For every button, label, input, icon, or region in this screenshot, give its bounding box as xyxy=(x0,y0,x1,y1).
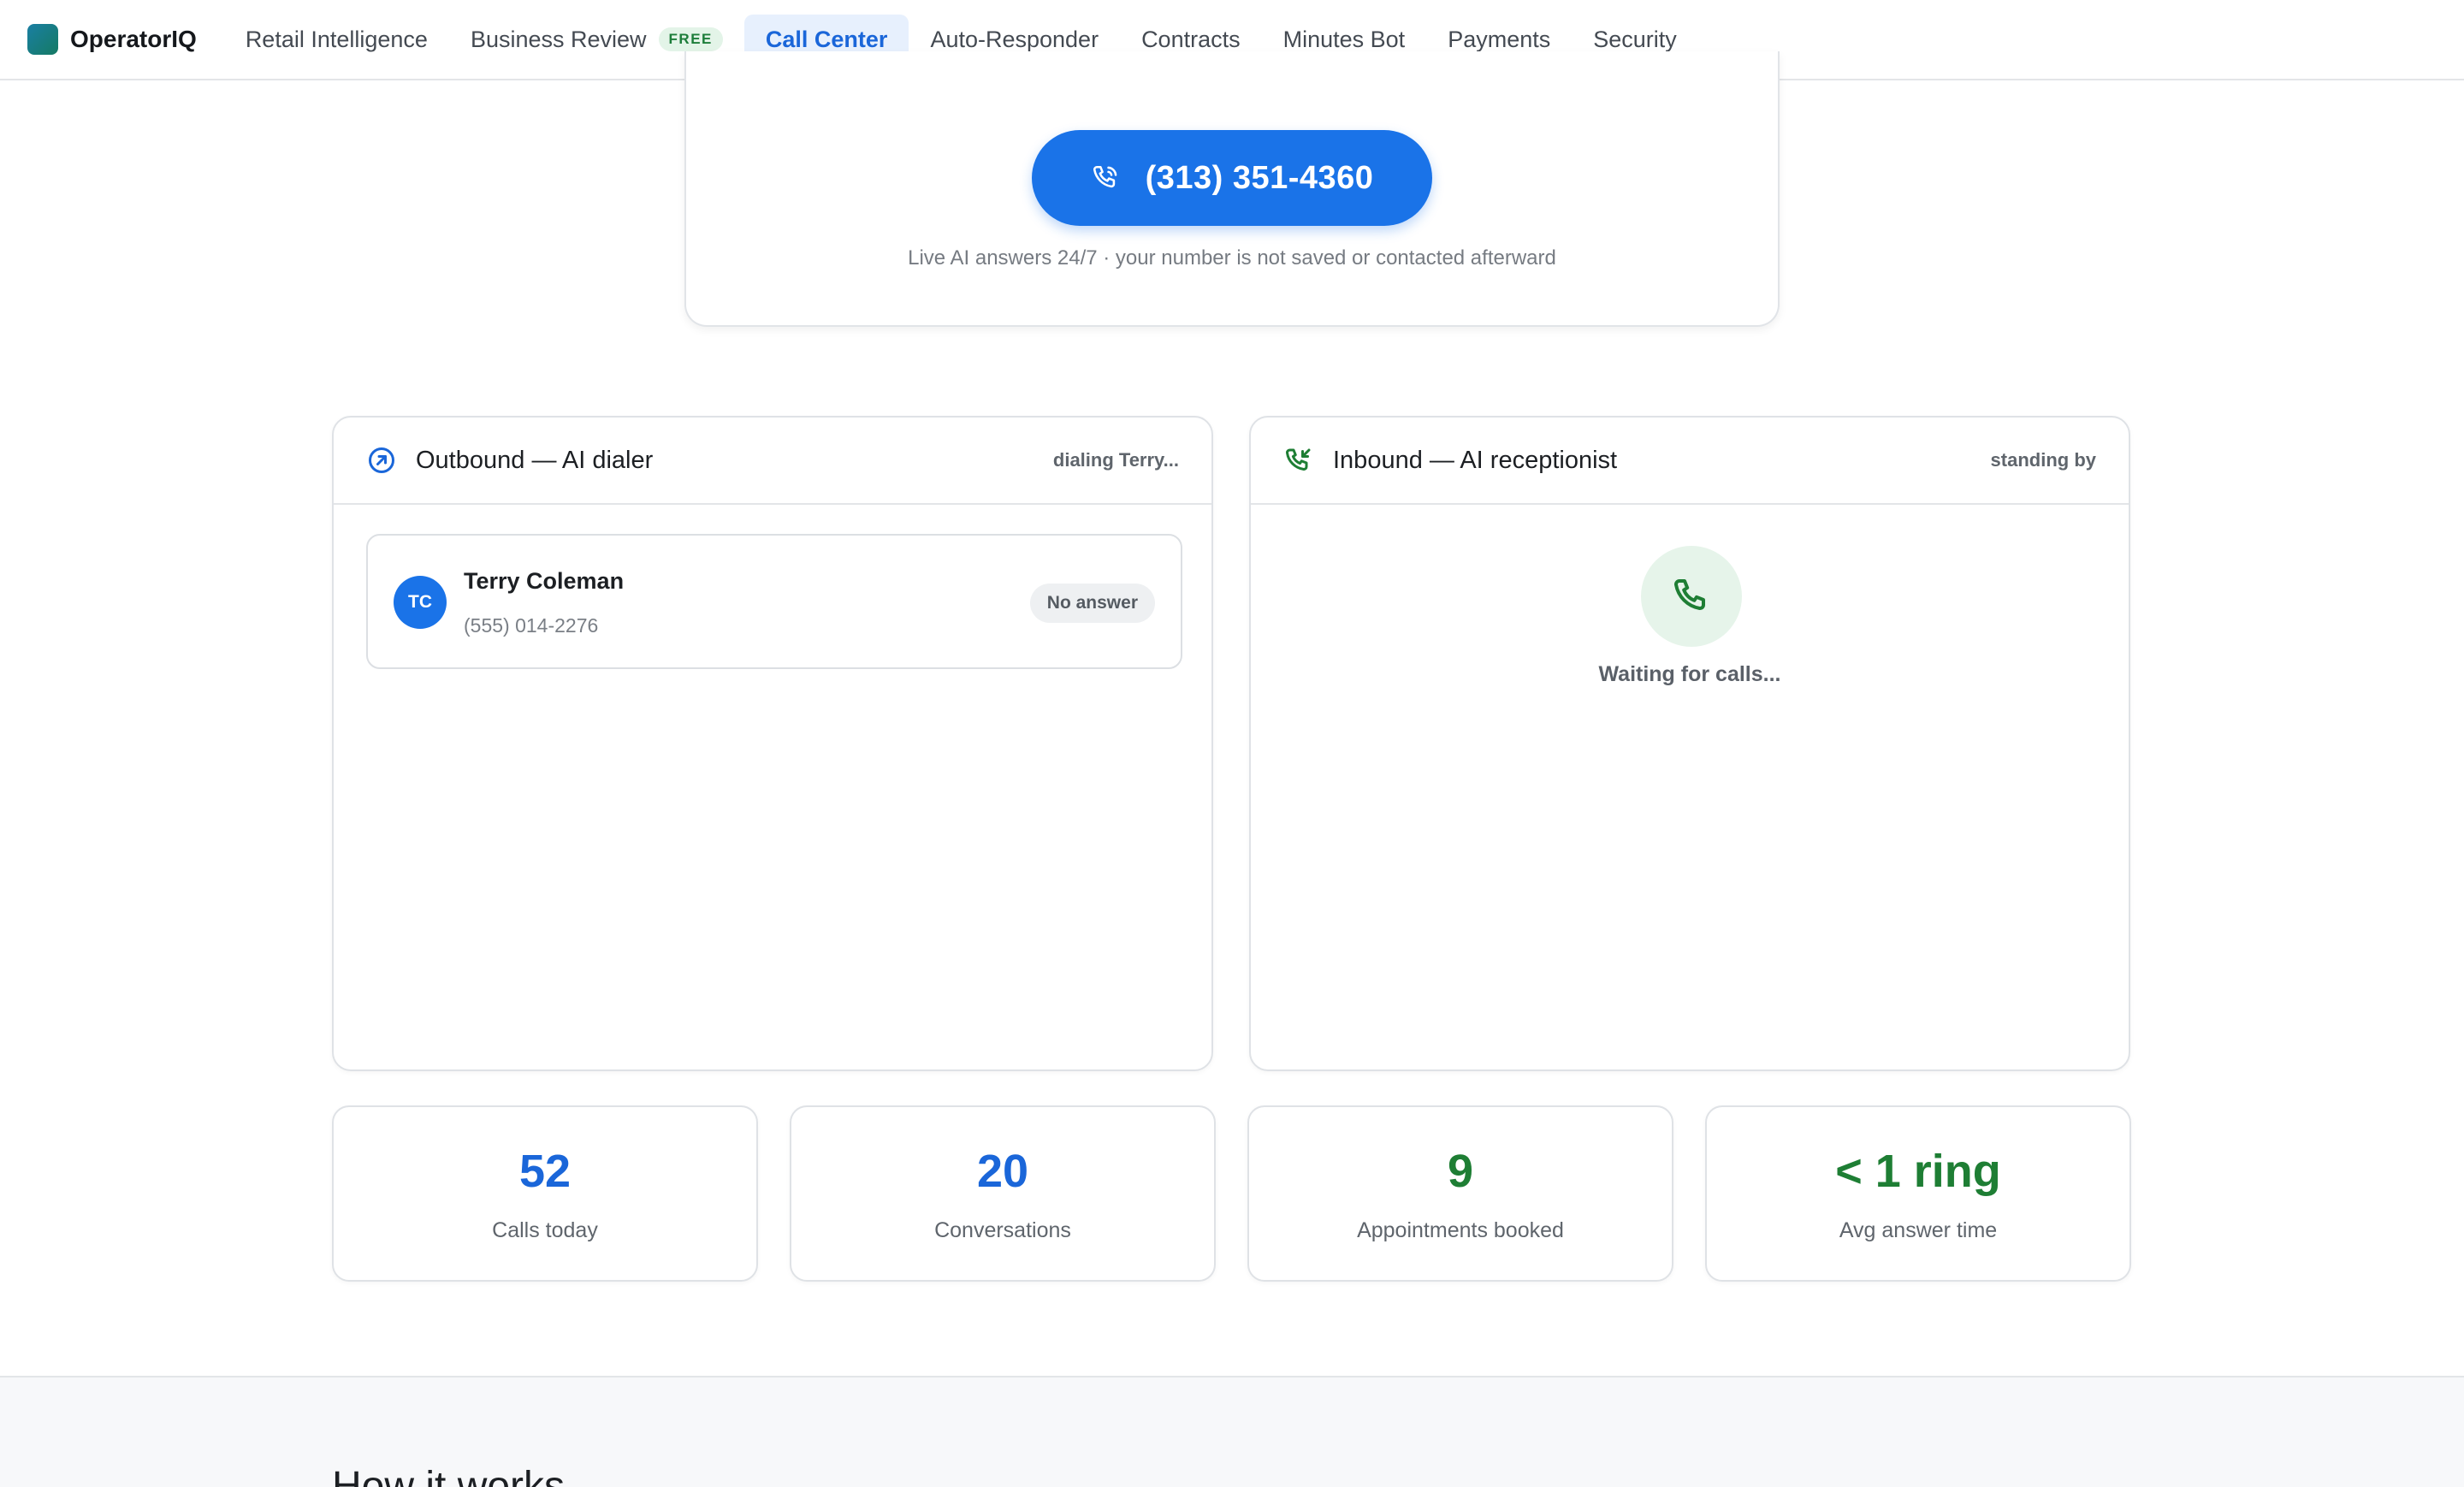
nav-item-label: Auto-Responder xyxy=(930,26,1099,52)
stat-value: 52 xyxy=(518,1146,572,1197)
arrow-up-right-circle-icon xyxy=(369,447,394,473)
call-row[interactable]: TC Terry Coleman (555) 014-2276 No answe… xyxy=(366,534,1182,669)
avatar: TC xyxy=(394,576,447,629)
contact-name: Terry Coleman xyxy=(464,568,625,594)
stat-label: Avg answer time xyxy=(1839,1218,1998,1242)
stat-value: 9 xyxy=(1447,1146,1474,1197)
nav-item-label: Payments xyxy=(1448,26,1551,52)
stat-label: Calls today xyxy=(492,1218,598,1242)
inbound-panel-header: Inbound — AI receptionist standing by xyxy=(1251,418,2129,505)
privacy-note: Live AI answers 24/7 · your number is no… xyxy=(908,246,1556,270)
free-badge: FREE xyxy=(658,27,723,51)
waiting-indicator xyxy=(1641,546,1742,647)
stat-label: Conversations xyxy=(934,1218,1071,1242)
logo-mark-icon xyxy=(27,24,58,55)
nav-item-label: Call Center xyxy=(765,26,888,52)
section-heading: How it works xyxy=(332,1464,566,1487)
logo[interactable]: OperatorIQ xyxy=(27,24,197,55)
phone-ringing-icon xyxy=(1093,165,1116,188)
outbound-panel-header: Outbound — AI dialer dialing Terry... xyxy=(334,418,1211,505)
stat-card-calls-today: 52 Calls today xyxy=(332,1105,758,1282)
inbound-status: standing by xyxy=(1990,449,2096,471)
phone-incoming-icon xyxy=(1286,448,1311,471)
contact-phone: (555) 014-2276 xyxy=(464,614,599,637)
outbound-panel-title: Outbound — AI dialer xyxy=(416,446,654,474)
nav-item-label: Retail Intelligence xyxy=(245,26,428,52)
waiting-text: Waiting for calls... xyxy=(1598,662,1781,686)
stat-card-appointments: 9 Appointments booked xyxy=(1247,1105,1673,1282)
nav-item-label: Security xyxy=(1593,26,1677,52)
app-name: OperatorIQ xyxy=(70,26,197,52)
nav-item-label: Contracts xyxy=(1141,26,1241,52)
nav-item-retail-intelligence[interactable]: Retail Intelligence xyxy=(224,15,449,64)
call-number-label: (313) 351-4360 xyxy=(1145,159,1374,196)
call-status-badge: No answer xyxy=(1029,584,1155,623)
phone-icon xyxy=(1674,578,1706,610)
stat-value: < 1 ring xyxy=(1835,1146,2001,1197)
nav-item-label: Minutes Bot xyxy=(1282,26,1406,52)
outbound-status: dialing Terry... xyxy=(1052,449,1179,471)
outbound-panel: Outbound — AI dialer dialing Terry... TC… xyxy=(332,416,1213,1071)
stat-label: Appointments booked xyxy=(1357,1218,1564,1242)
stat-value: 20 xyxy=(976,1146,1029,1197)
call-number-button[interactable]: (313) 351-4360 xyxy=(1032,130,1432,226)
stat-card-conversations: 20 Conversations xyxy=(790,1105,1216,1282)
nav-item-label: Business Review xyxy=(470,26,647,52)
stat-card-answer-time: < 1 ring Avg answer time xyxy=(1705,1105,2131,1282)
inbound-panel-title: Inbound — AI receptionist xyxy=(1333,446,1618,474)
inbound-panel: Inbound — AI receptionist standing by Wa… xyxy=(1249,416,2130,1071)
